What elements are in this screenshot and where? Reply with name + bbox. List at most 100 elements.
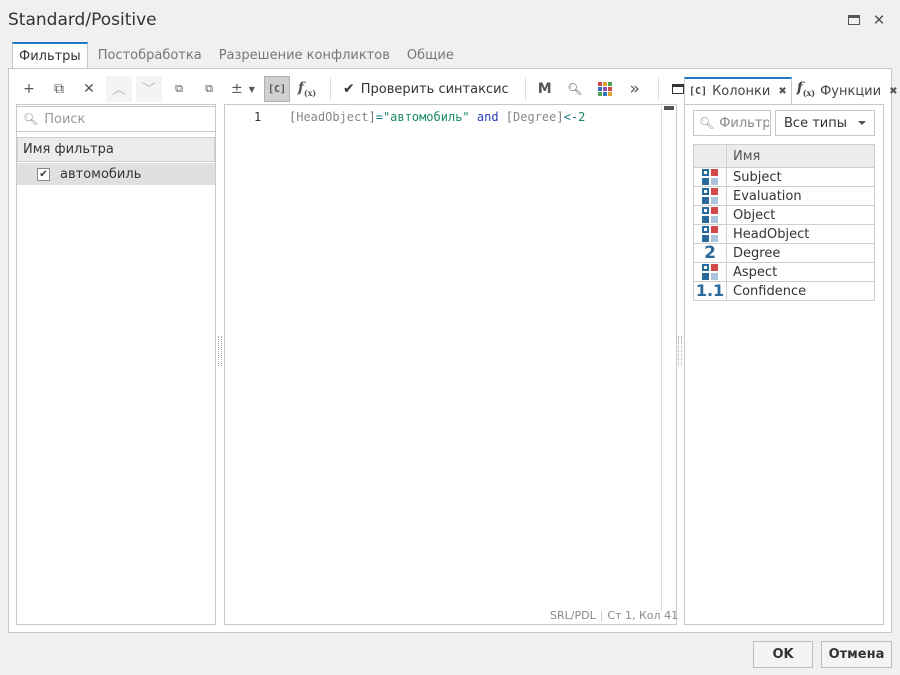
type-header [693,144,727,168]
tab-general[interactable]: Общие [400,42,461,68]
zoom-button[interactable]: 🔍︎ [562,76,588,102]
cancel-button[interactable]: Отмена [821,641,892,668]
right-splitter[interactable] [678,336,682,366]
toolbar-separator [330,78,331,100]
m-button[interactable]: M [532,76,558,102]
column-name: Confidence [726,281,875,301]
add-button[interactable]: + [16,76,42,102]
tab-conflict-resolution[interactable]: Разрешение конфликтов [212,42,397,68]
m-icon: M [537,81,552,97]
column-row[interactable]: Subject [693,167,875,187]
scrollbar-thumb[interactable] [664,106,674,110]
copy-icon: ⧉ [54,81,64,97]
duplicate-button[interactable]: ⧉ [46,76,72,102]
tab-functions[interactable]: f(x) Функции ✖ [792,77,900,104]
filter-name-header[interactable]: Имя фильтра [17,137,215,162]
code-token: <- [563,110,579,124]
columns-toggle-button[interactable]: [C] [264,76,290,102]
text-type-glyph [702,226,718,242]
close-tab-icon[interactable]: ✖ [889,79,897,104]
expand-button[interactable]: ⧉ [196,76,222,102]
type-select-value: Все типы [784,115,847,131]
text-type-icon [693,262,727,282]
code-line[interactable]: [HeadObject]="автомобиль" and [Degree]<-… [289,110,585,124]
tab-filters[interactable]: Фильтры [12,42,88,68]
expand-icon: ⧉ [205,82,213,95]
float-type-icon: 1.1 [693,281,727,301]
code-token: HeadObject [296,110,369,124]
tab-postprocessing[interactable]: Постобработка [91,42,209,68]
move-up-button[interactable]: ︿ [106,76,132,102]
maximize-icon [848,15,860,25]
column-filter-input[interactable] [717,114,772,132]
filter-search-input[interactable] [42,110,203,128]
editor-scrollbar[interactable] [661,106,675,611]
column-name: HeadObject [726,224,875,244]
line-number: 1 [254,110,262,124]
code-token: 2 [578,110,586,124]
search-icon: 🔍︎ [23,112,39,126]
ok-button[interactable]: OK [753,641,813,668]
more-icon: » [629,79,640,99]
color-grid-icon [597,82,612,96]
text-type-glyph [702,264,718,280]
float-type-glyph: 1.1 [695,281,725,300]
maximize-button[interactable] [846,12,862,28]
tab-functions-label: Функции [820,83,882,99]
filter-name: автомобиль [60,166,142,182]
text-type-glyph [702,188,718,204]
collapse-button[interactable]: ⧉ [166,76,192,102]
functions-toggle-icon: f(x) [297,80,317,98]
editor-status-bar: SRL/PDL | Ст 1, Кол 41 [550,609,678,622]
plus-minus-dropdown[interactable]: ± ▼ [226,76,260,102]
text-type-glyph [702,207,718,223]
text-type-icon [693,186,727,206]
column-row[interactable]: HeadObject [693,224,875,244]
column-name: Aspect [726,262,875,282]
main-tabs: Фильтры Постобработка Разрешение конфлик… [12,42,464,68]
move-down-button[interactable]: ﹀ [136,76,162,102]
code-token: [ [505,110,514,124]
close-tab-icon[interactable]: ✖ [778,79,786,104]
zoom-icon: 🔍︎ [567,82,583,96]
panel-icon [671,84,684,94]
text-type-icon [693,224,727,244]
filter-row[interactable]: ✔ автомобиль [17,163,215,185]
column-name: Object [726,205,875,225]
code-editor[interactable] [224,104,677,625]
add-icon: + [23,81,35,97]
status-separator: | [599,609,604,622]
filter-search-box[interactable]: 🔍︎ [16,106,216,132]
column-row[interactable]: Aspect [693,262,875,282]
chevron-down-icon [858,121,866,125]
color-grid-button[interactable] [592,76,618,102]
column-row[interactable]: 1.1 Confidence [693,281,875,301]
code-token: ] [556,110,564,124]
column-filter-box[interactable]: 🔍︎ [693,110,772,136]
delete-button[interactable]: ✕ [76,76,102,102]
code-token: ] [368,110,376,124]
status-cursor-position: Ст 1, Кол 41 [607,609,679,622]
right-panel-tabs: [C] Колонки ✖ f(x) Функции ✖ [684,77,900,104]
toolbar-separator [657,78,659,100]
column-row[interactable]: Evaluation [693,186,875,206]
check-icon: ✔ [343,81,355,97]
functions-toggle-button[interactable]: f(x) [294,76,320,102]
left-splitter[interactable] [218,336,222,366]
tab-columns[interactable]: [C] Колонки ✖ [684,77,792,104]
column-name: Evaluation [726,186,875,206]
column-name-header[interactable]: Имя [726,144,875,168]
type-select[interactable]: Все типы [775,110,875,136]
check-syntax-button[interactable]: ✔ Проверить синтаксис [337,76,515,102]
code-token: and [469,110,506,124]
column-name: Subject [726,167,875,187]
column-name: Degree [726,243,875,263]
filter-checkbox[interactable]: ✔ [37,167,50,181]
column-row[interactable]: Object [693,205,875,225]
column-row[interactable]: 2 Degree [693,243,875,263]
more-button[interactable]: » [622,76,648,102]
close-button[interactable]: ✕ [871,11,887,29]
search-icon: 🔍︎ [699,116,715,130]
tab-columns-label: Колонки [712,84,771,99]
text-type-icon [693,167,727,187]
